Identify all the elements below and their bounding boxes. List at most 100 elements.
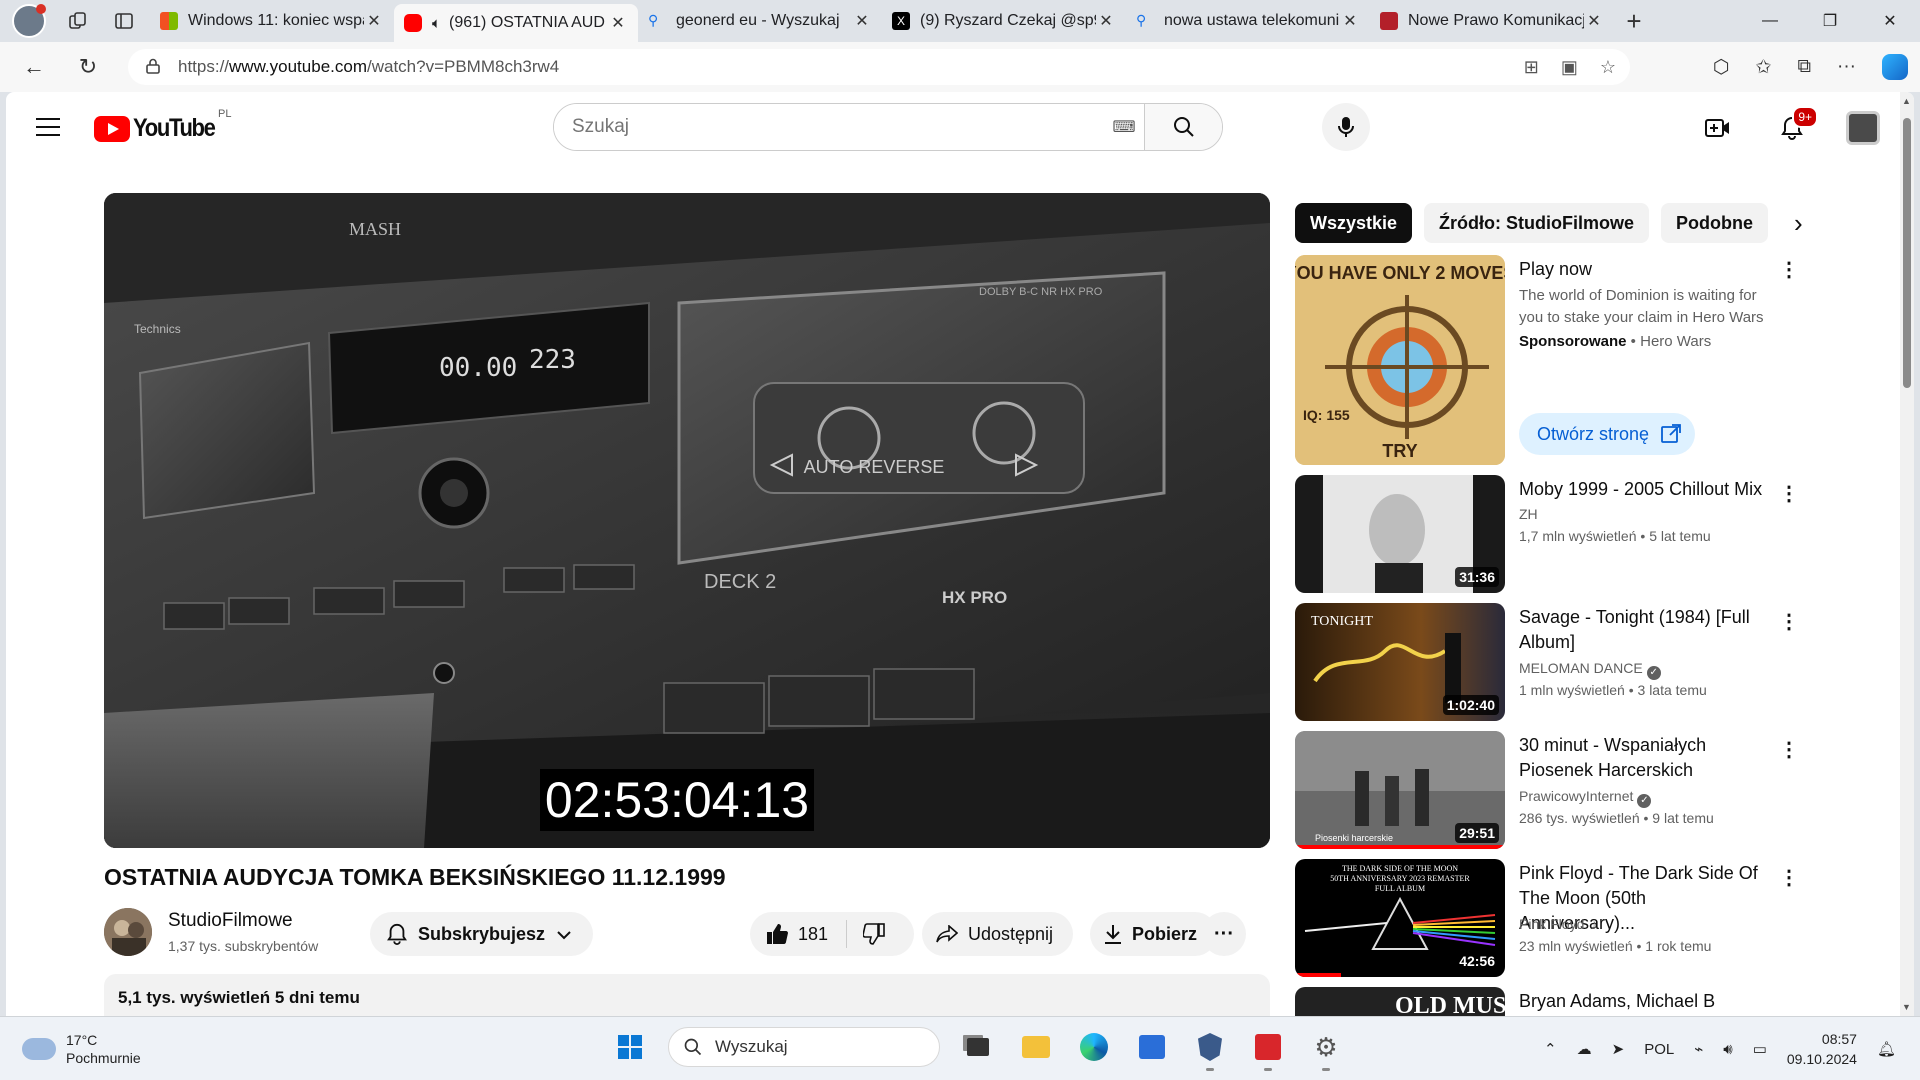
chip-all[interactable]: Wszystkie (1295, 203, 1413, 243)
recommendation-item[interactable]: TONIGHT 1:02:40 Savage - Tonight (1984) … (1295, 603, 1799, 721)
video-title[interactable]: Savage - Tonight (1984) [Full Album] (1519, 605, 1763, 655)
tab-ustawa[interactable]: ⚲ nowa ustawa telekomunik ✕ (1126, 4, 1370, 38)
voice-search-button[interactable] (1322, 103, 1370, 151)
apps-icon[interactable]: ⊞ (1524, 57, 1539, 78)
subscribe-button[interactable]: Subskrybujesz (370, 912, 594, 956)
notifications-button[interactable]: 9+ (1772, 106, 1818, 148)
edge-app[interactable] (1074, 1027, 1114, 1067)
recommendation-item[interactable]: OLD MUSIC Bryan Adams, Michael Bolton, ⋮ (1295, 987, 1715, 1016)
language-indicator[interactable]: POL (1644, 1041, 1674, 1058)
more-vertical-icon[interactable]: ⋮ (1779, 865, 1799, 890)
close-tab-icon[interactable]: ✕ (608, 13, 628, 33)
close-window-button[interactable]: ✕ (1860, 11, 1920, 31)
scroll-down-icon[interactable]: ▼ (1902, 1002, 1911, 1012)
search-input[interactable] (554, 104, 1104, 150)
store-app[interactable] (1132, 1027, 1172, 1067)
page-scrollbar[interactable]: ▲ ▼ (1900, 92, 1914, 1016)
taskbar-search[interactable]: Wyszukaj (668, 1027, 940, 1067)
vpn-app[interactable] (1190, 1027, 1230, 1071)
like-button[interactable]: 181 (750, 920, 848, 948)
address-bar[interactable]: https://www.youtube.com/watch?v=PBMM8ch3… (128, 49, 1630, 85)
more-actions-button[interactable]: ··· (1202, 912, 1246, 956)
network-icon[interactable]: ⌁ (1694, 1040, 1703, 1058)
close-tab-icon[interactable]: ✕ (1096, 11, 1116, 31)
more-menu-icon[interactable]: ··· (1837, 56, 1856, 78)
tab-windows11[interactable]: Windows 11: koniec wspa ✕ (150, 4, 394, 38)
channel-name[interactable]: Pink Floyd ♪ (1519, 913, 1597, 935)
workspaces-icon[interactable] (64, 7, 92, 35)
account-avatar[interactable] (1846, 111, 1880, 145)
dislike-button[interactable] (847, 923, 885, 945)
weather-widget[interactable]: 17°C Pochmurnie (22, 1031, 141, 1067)
battery-icon[interactable]: ▭ (1753, 1040, 1767, 1058)
channel-name[interactable]: MELOMAN DANCE ✓ (1519, 657, 1661, 680)
tab-youtube[interactable]: 🔈︎ (961) OSTATNIA AUD ✕ (394, 4, 638, 42)
chevron-up-icon[interactable]: ⌃ (1544, 1040, 1557, 1058)
video-thumbnail[interactable]: TONIGHT 1:02:40 (1295, 603, 1505, 721)
lock-icon[interactable] (146, 58, 168, 77)
close-tab-icon[interactable]: ✕ (364, 11, 384, 31)
description-box[interactable]: 5,1 tys. wyświetleń 5 dni temu (104, 974, 1270, 1016)
copilot-icon[interactable] (1882, 54, 1908, 80)
minimize-button[interactable]: ― (1740, 12, 1800, 30)
channel-avatar[interactable] (104, 908, 152, 956)
notifications-bell-icon[interactable]: 🔔︎ (1877, 1040, 1896, 1058)
onedrive-icon[interactable]: ☁ (1577, 1040, 1592, 1058)
create-button[interactable] (1698, 108, 1738, 148)
menu-icon[interactable] (36, 118, 60, 142)
ad-title[interactable]: Play now (1519, 259, 1592, 280)
scrollbar-thumb[interactable] (1903, 118, 1911, 388)
start-button[interactable] (610, 1027, 650, 1067)
collections-icon[interactable]: ⧉ (1797, 56, 1811, 78)
speaker-icon[interactable]: 🔈︎ (432, 15, 441, 32)
url-text[interactable]: https://www.youtube.com/watch?v=PBMM8ch3… (178, 57, 559, 77)
video-thumbnail[interactable]: THE DARK SIDE OF THE MOON 50TH ANNIVERSAR… (1295, 859, 1505, 977)
close-tab-icon[interactable]: ✕ (1340, 11, 1360, 31)
volume-icon[interactable]: 🔊︎ (1723, 1041, 1732, 1058)
video-title[interactable]: Moby 1999 - 2005 Chillout Mix (1519, 477, 1763, 502)
new-tab-button[interactable]: + (1614, 6, 1654, 37)
channel-name[interactable]: PrawicowyInternet ✓ (1519, 785, 1652, 808)
search-button[interactable] (1144, 104, 1222, 150)
channel-name[interactable]: StudioFilmowe (168, 910, 293, 932)
channel-name[interactable]: ZH (1519, 503, 1538, 525)
refresh-button[interactable]: ↻ (68, 54, 108, 80)
video-thumbnail[interactable]: Piosenki harcerskie 29:51 (1295, 731, 1505, 849)
tab-bing-search[interactable]: ⚲ geonerd eu - Wyszukaj ✕ (638, 4, 882, 38)
close-tab-icon[interactable]: ✕ (852, 11, 872, 31)
download-button[interactable]: Pobierz (1090, 912, 1218, 956)
more-vertical-icon[interactable]: ⋮ (1779, 481, 1799, 506)
recommendation-item[interactable]: 31:36 Moby 1999 - 2005 Chillout Mix ZH 1… (1295, 475, 1799, 593)
video-player[interactable]: 00.00 223 AUTO REVERSE DECK 2 HX PRO DOL… (104, 193, 1270, 848)
location-icon[interactable]: ➤ (1612, 1040, 1625, 1058)
video-title[interactable]: 30 minut - Wspaniałych Piosenek Harcersk… (1519, 733, 1763, 783)
immersive-reader-icon[interactable]: ▣ (1561, 57, 1578, 78)
settings-app[interactable]: ⚙ (1306, 1027, 1346, 1071)
task-view-app[interactable] (958, 1027, 998, 1067)
more-vertical-icon[interactable]: ⋮ (1779, 257, 1799, 282)
chevron-right-icon[interactable]: › (1794, 208, 1803, 239)
chip-related[interactable]: Podobne (1661, 203, 1769, 243)
maximize-button[interactable]: ❐ (1800, 11, 1860, 31)
recommendation-item[interactable]: THE DARK SIDE OF THE MOON 50TH ANNIVERSAR… (1295, 859, 1799, 977)
video-thumbnail[interactable]: OLD MUSIC (1295, 987, 1505, 1016)
keyboard-icon[interactable]: ⌨ (1104, 104, 1144, 150)
video-title[interactable]: Bryan Adams, Michael Bolton, (1519, 989, 1715, 1014)
tab-prawo-komunikacji[interactable]: Nowe Prawo Komunikacji ✕ (1370, 4, 1614, 38)
share-button[interactable]: Udostępnij (922, 912, 1074, 956)
favorite-star-icon[interactable]: ☆ (1600, 57, 1616, 78)
ad-thumbnail[interactable]: YOU HAVE ONLY 2 MOVES IQ: 155 TRY (1295, 255, 1505, 465)
back-button[interactable]: ← (14, 54, 54, 80)
tab-x[interactable]: X (9) Ryszard Czekaj @sp9r ✕ (882, 4, 1126, 38)
open-site-button[interactable]: Otwórz stronę (1519, 413, 1696, 455)
clock[interactable]: 08:57 09.10.2024 (1787, 1029, 1857, 1069)
chip-from-channel[interactable]: Źródło: StudioFilmowe (1424, 203, 1650, 243)
sponsored-ad[interactable]: YOU HAVE ONLY 2 MOVES IQ: 155 TRY Play n… (1295, 255, 1799, 465)
file-explorer-app[interactable] (1016, 1027, 1056, 1067)
more-vertical-icon[interactable]: ⋮ (1779, 737, 1799, 762)
profile-avatar[interactable] (12, 4, 46, 38)
favorites-icon[interactable]: ✩ (1756, 56, 1772, 79)
red-app[interactable] (1248, 1027, 1288, 1071)
recommendation-item[interactable]: Piosenki harcerskie 29:51 30 minut - Wsp… (1295, 731, 1799, 849)
extensions-icon[interactable]: ⬡ (1713, 56, 1730, 79)
